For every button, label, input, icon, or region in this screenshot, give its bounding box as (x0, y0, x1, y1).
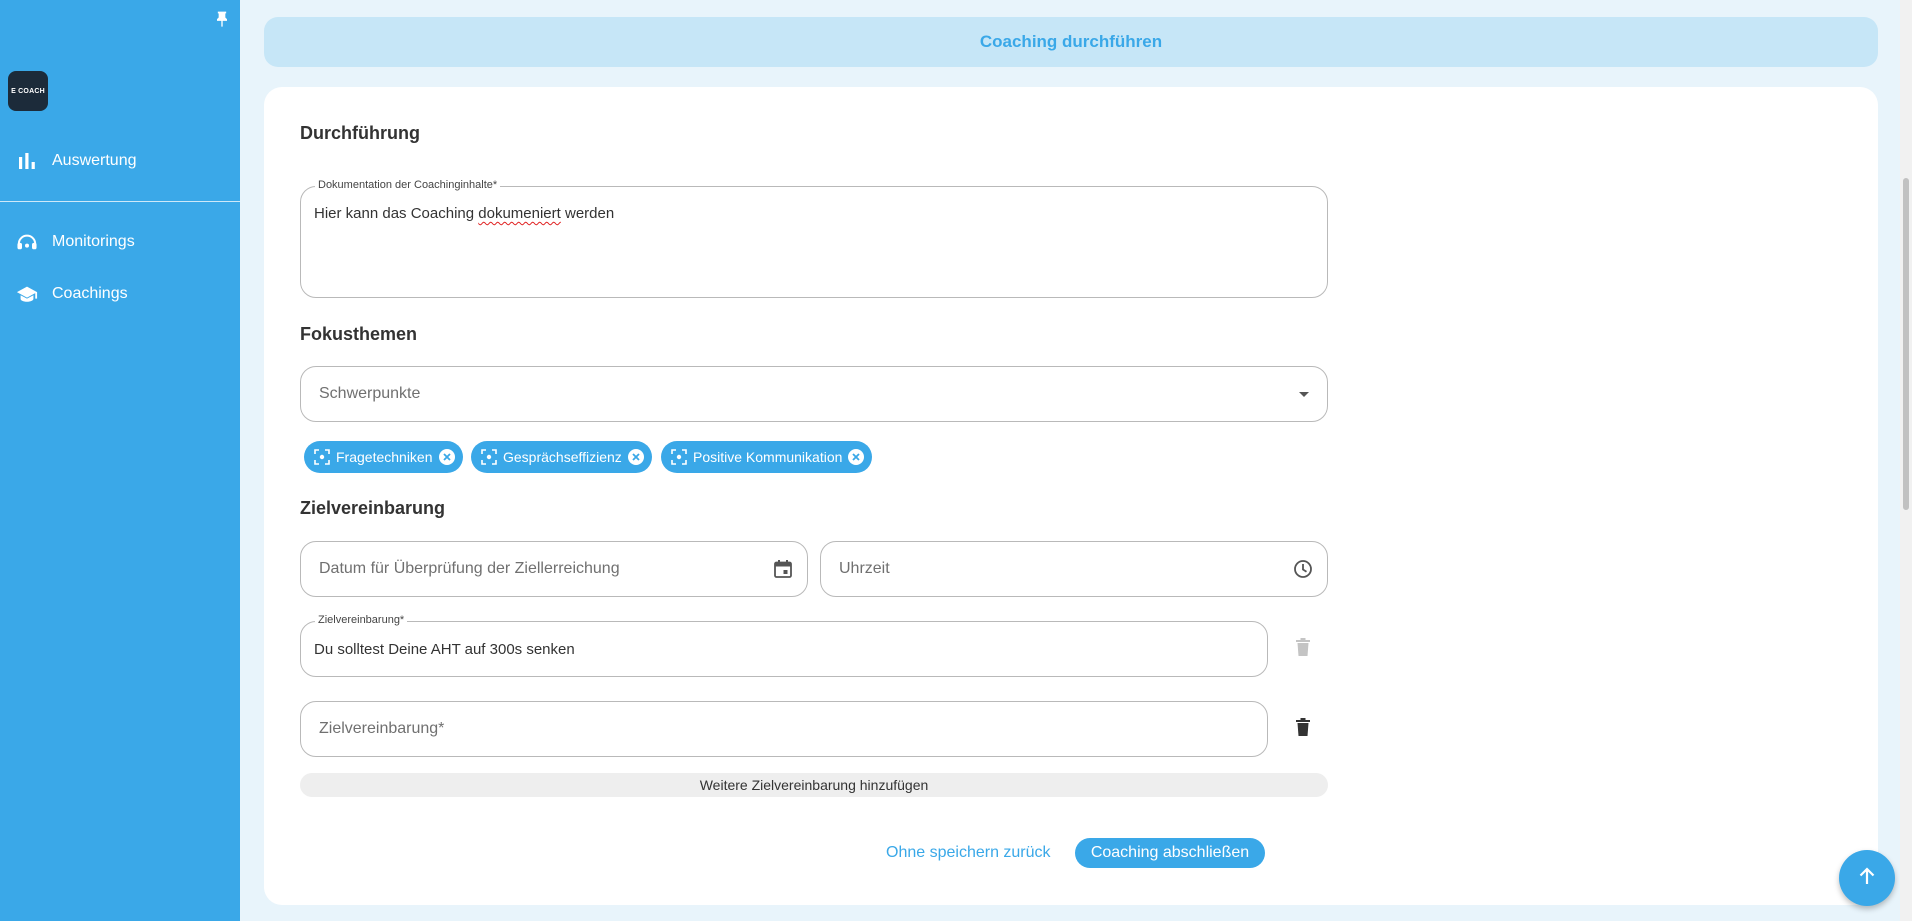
documentation-value: Hier kann das Coaching dokumeniert werde… (314, 205, 614, 222)
schwerpunkte-placeholder: Schwerpunkte (319, 385, 421, 402)
add-goal-button[interactable]: Weitere Zielvereinbarung hinzufügen (300, 773, 1328, 797)
goal-field-1-value: Du solltest Deine AHT auf 300s senken (314, 641, 575, 658)
calendar-icon[interactable] (773, 559, 793, 584)
finish-coaching-button[interactable]: Coaching abschließen (1075, 838, 1265, 868)
goal-field-1[interactable]: Zielvereinbarung* Du solltest Deine AHT … (300, 614, 1268, 677)
goal-field-2-placeholder: Zielvereinbarung* (319, 720, 445, 737)
chip-gespraechseffizienz[interactable]: Gesprächseffizienz (471, 441, 652, 473)
delete-goal-2-icon[interactable] (1289, 713, 1317, 741)
sidebar-item-coachings[interactable]: Coachings (0, 274, 240, 314)
time-input[interactable]: Uhrzeit (820, 541, 1328, 597)
sidebar-item-monitorings[interactable]: Monitorings (0, 222, 240, 262)
documentation-text-start: Hier kann das Coaching (314, 205, 479, 222)
app-logo: E COACH (8, 71, 48, 111)
chevron-down-icon (1297, 387, 1311, 406)
time-placeholder: Uhrzeit (839, 560, 890, 577)
sidebar-item-label: Auswertung (52, 152, 137, 169)
graduation-cap-icon (16, 284, 38, 304)
sidebar: E COACH Auswertung Monitorings Coachings (0, 0, 240, 921)
focus-icon (671, 449, 687, 465)
documentation-label: Dokumentation der Coachinginhalte* (315, 179, 501, 191)
bar-chart-icon (16, 151, 38, 171)
page-header: Coaching durchführen (264, 17, 1878, 67)
chip-label: Fragetechniken (336, 449, 433, 465)
sidebar-item-auswertung[interactable]: Auswertung (0, 141, 240, 181)
section-title-durchfuehrung: Durchführung (300, 123, 420, 143)
focus-icon (481, 449, 497, 465)
sidebar-divider (0, 201, 240, 202)
chip-positive-kommunikation[interactable]: Positive Kommunikation (661, 441, 873, 473)
chip-label: Positive Kommunikation (693, 449, 843, 465)
documentation-text-misspelled: dokumeniert (478, 205, 561, 222)
arrow-up-icon (1856, 865, 1878, 892)
back-without-saving-button[interactable]: Ohne speichern zurück (880, 838, 1057, 868)
sidebar-item-label: Monitorings (52, 233, 135, 250)
chip-label: Gesprächseffizienz (503, 449, 622, 465)
review-date-input[interactable]: Datum für Überprüfung der Ziellerreichun… (300, 541, 808, 597)
documentation-text-end: werden (560, 205, 615, 222)
section-title-zielvereinbarung: Zielvereinbarung (300, 498, 446, 518)
logo-text: E COACH (11, 87, 45, 95)
close-icon[interactable] (848, 449, 865, 465)
schwerpunkte-select[interactable]: Schwerpunkte (300, 366, 1328, 422)
sidebar-item-label: Coachings (52, 285, 128, 302)
clock-icon[interactable] (1293, 559, 1313, 584)
goal-field-2[interactable]: Zielvereinbarung* (300, 701, 1268, 757)
delete-goal-1-icon[interactable] (1289, 633, 1317, 661)
headset-icon (16, 232, 38, 252)
close-icon[interactable] (438, 449, 455, 465)
section-title-fokusthemen: Fokusthemen (300, 324, 418, 344)
review-date-placeholder: Datum für Überprüfung der Ziellerreichun… (319, 560, 620, 577)
documentation-textarea[interactable]: Dokumentation der Coachinginhalte* Hier … (300, 179, 1328, 298)
page-title: Coaching durchführen (979, 32, 1163, 51)
pin-icon[interactable] (212, 10, 232, 30)
goal-field-1-label: Zielvereinbarung* (315, 614, 408, 626)
scroll-to-top-button[interactable] (1839, 850, 1895, 906)
scrollbar-thumb[interactable] (1903, 178, 1909, 510)
chip-fragetechniken[interactable]: Fragetechniken (304, 441, 463, 473)
close-icon[interactable] (627, 449, 644, 465)
focus-icon (314, 449, 330, 465)
